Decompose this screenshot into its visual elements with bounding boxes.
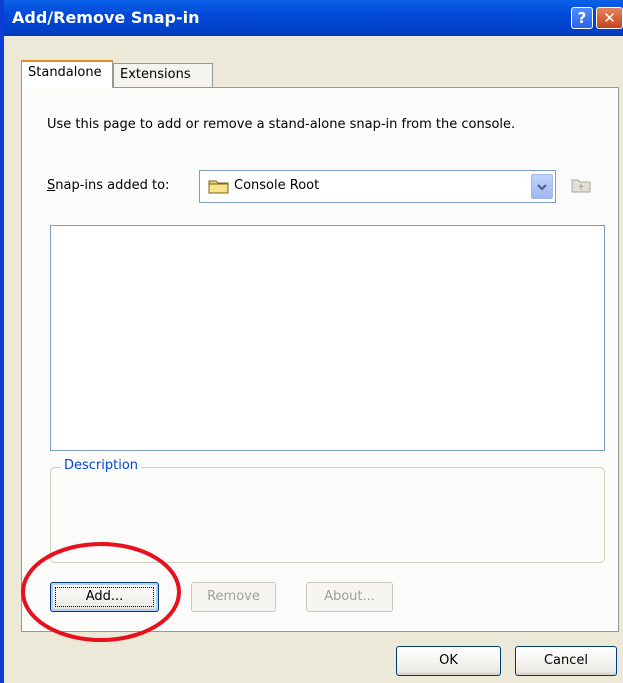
window-title: Add/Remove Snap-in [12,8,200,27]
remove-button-label: Remove [207,589,260,604]
up-folder-icon[interactable] [571,177,591,193]
snapins-list[interactable] [50,225,605,451]
cancel-button-label: Cancel [543,653,589,668]
ok-button-label: OK [439,653,458,668]
snapins-added-to-combo[interactable]: Console Root [199,170,556,203]
combo-selected-value: Console Root [234,178,320,193]
remove-button[interactable]: Remove [191,582,276,612]
close-icon[interactable]: ✕ [596,7,623,29]
dropdown-arrow-icon[interactable] [531,174,553,199]
description-group-label: Description [61,458,142,473]
cancel-button[interactable]: Cancel [515,646,617,676]
help-icon[interactable]: ? [571,7,593,29]
red-highlight-circle [21,542,181,642]
page-instructions: Use this page to add or remove a stand-a… [47,117,516,132]
tab-standalone[interactable]: Standalone [21,60,113,88]
about-button[interactable]: About... [306,582,393,612]
add-remove-snapin-dialog: Add/Remove Snap-in ? ✕ Standalone Extens… [0,0,623,683]
folder-icon [208,180,229,194]
title-bar[interactable]: Add/Remove Snap-in ? ✕ [4,0,623,36]
ok-button[interactable]: OK [396,646,501,676]
snapins-label-rest: nap-ins added to: [55,178,170,193]
about-button-label: About... [324,589,375,604]
tab-extensions[interactable]: Extensions [113,63,213,87]
snapins-added-to-label: Snap-ins added to: [47,178,169,193]
